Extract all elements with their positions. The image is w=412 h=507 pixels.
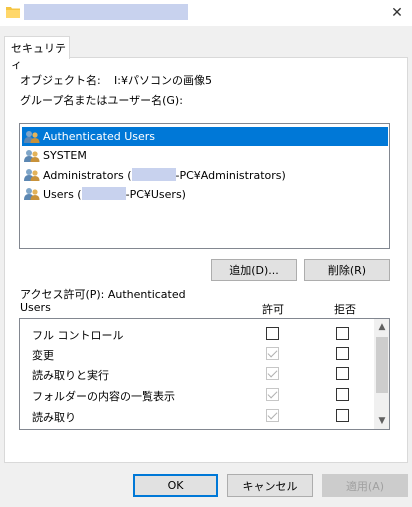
object-name-value: I:¥パソコンの画像5 bbox=[114, 74, 212, 87]
deny-checkbox[interactable] bbox=[336, 409, 349, 422]
permission-name: フォルダーの内容の一覧表示 bbox=[32, 390, 175, 403]
permissions-label-continued: Users bbox=[20, 301, 51, 314]
object-name-label: オブジェクト名: bbox=[20, 74, 101, 87]
cancel-button[interactable]: キャンセル bbox=[227, 474, 313, 497]
ok-button[interactable]: OK bbox=[133, 474, 218, 497]
window-title-redacted bbox=[24, 4, 188, 20]
permissions-label: アクセス許可(P): Authenticated bbox=[20, 288, 186, 301]
deny-checkbox[interactable] bbox=[336, 388, 349, 401]
remove-button[interactable]: 削除(R) bbox=[304, 259, 390, 281]
deny-column-header: 拒否 bbox=[334, 303, 356, 316]
allow-checkbox[interactable] bbox=[266, 409, 279, 422]
apply-button[interactable]: 適用(A) bbox=[322, 474, 408, 497]
scroll-down-icon[interactable]: ▼ bbox=[374, 413, 389, 429]
close-button[interactable]: ✕ bbox=[388, 4, 406, 22]
allow-checkbox[interactable] bbox=[266, 367, 279, 380]
groups-label: グループ名またはユーザー名(G): bbox=[20, 94, 183, 107]
list-item[interactable]: Authenticated Users bbox=[22, 127, 388, 146]
folder-icon bbox=[6, 7, 20, 18]
permission-name: フル コントロール bbox=[32, 329, 124, 342]
deny-checkbox[interactable] bbox=[336, 367, 349, 380]
users-group-icon bbox=[24, 130, 40, 143]
permissions-list[interactable]: フル コントロール 変更 読み取りと実行 フォルダーの内容の一覧表示 読み取り … bbox=[19, 318, 390, 430]
users-list[interactable]: Authenticated Users SYSTEM Administrator… bbox=[19, 123, 390, 249]
allow-checkbox[interactable] bbox=[266, 388, 279, 401]
list-item-label: Authenticated Users bbox=[43, 130, 156, 143]
redacted-pc-name bbox=[81, 186, 126, 200]
table-row: 変更 bbox=[20, 344, 372, 364]
deny-checkbox[interactable] bbox=[336, 327, 349, 340]
permission-name: 読み取りと実行 bbox=[32, 369, 109, 382]
list-item-label: SYSTEM bbox=[43, 149, 87, 162]
allow-column-header: 許可 bbox=[262, 303, 284, 316]
table-row: 読み取りと実行 bbox=[20, 364, 372, 384]
list-item[interactable]: Users (-PC¥Users) bbox=[22, 184, 388, 203]
users-group-icon bbox=[24, 187, 40, 200]
redacted-pc-name bbox=[131, 167, 176, 181]
users-group-icon bbox=[24, 168, 40, 181]
scroll-up-icon[interactable]: ▲ bbox=[374, 319, 389, 335]
allow-checkbox[interactable] bbox=[266, 347, 279, 360]
tab-security[interactable]: セキュリティ bbox=[4, 36, 70, 71]
deny-checkbox[interactable] bbox=[336, 347, 349, 360]
vertical-scrollbar[interactable]: ▲ ▼ bbox=[374, 319, 389, 429]
table-row: フォルダーの内容の一覧表示 bbox=[20, 385, 372, 405]
add-button[interactable]: 追加(D)... bbox=[211, 259, 297, 281]
permission-name: 変更 bbox=[32, 349, 54, 362]
list-item[interactable]: Administrators (-PC¥Administrators) bbox=[22, 165, 388, 184]
table-row: 読み取り bbox=[20, 406, 372, 426]
list-item[interactable]: SYSTEM bbox=[22, 146, 388, 165]
table-row: フル コントロール bbox=[20, 324, 372, 344]
allow-checkbox[interactable] bbox=[266, 327, 279, 340]
scrollbar-thumb[interactable] bbox=[376, 337, 388, 393]
users-group-icon bbox=[24, 149, 40, 162]
list-item-label: Administrators (-PC¥Administrators) bbox=[43, 167, 286, 182]
permission-name: 読み取り bbox=[32, 411, 76, 424]
list-item-label: Users (-PC¥Users) bbox=[43, 186, 186, 201]
